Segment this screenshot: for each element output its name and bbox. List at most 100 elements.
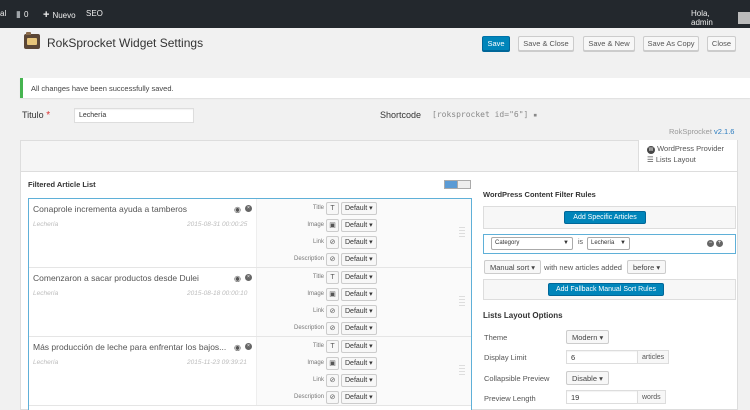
rule-field-select[interactable]: Category ▼ — [491, 237, 573, 250]
view-toggle-list[interactable] — [445, 181, 458, 188]
view-toggle[interactable] — [444, 180, 471, 189]
shortcode-label: Shortcode — [380, 110, 422, 120]
link-icon[interactable]: ⊘ — [326, 253, 339, 266]
field-select[interactable]: Default ▾ — [341, 219, 377, 232]
add-specific-articles-button[interactable]: Add Specific Articles — [564, 211, 646, 224]
image-icon[interactable]: ▣ — [326, 357, 339, 370]
shortcode-value: [roksprocket id="6"] ▪ — [432, 110, 537, 119]
field-label: Title — [312, 343, 324, 349]
remove-icon[interactable]: × — [245, 274, 252, 281]
display-limit-input[interactable]: 6 — [566, 350, 638, 364]
field-select[interactable]: Default ▾ — [341, 374, 377, 387]
text-icon[interactable]: T — [326, 202, 339, 215]
remove-icon[interactable]: × — [245, 343, 252, 350]
site-menu[interactable]: al — [0, 9, 6, 18]
theme-select[interactable]: Modern ▾ — [566, 330, 610, 344]
field-image: Image ▣ Default ▾ — [257, 356, 472, 371]
new-menu[interactable]: + Nuevo — [43, 9, 76, 21]
field-label: Image — [307, 360, 324, 366]
eye-icon[interactable]: ◉ — [234, 274, 241, 283]
article-list: Conaprole incrementa ayuda a tamberos ◉ … — [28, 198, 472, 410]
article-row[interactable]: Comenzaron a sacar productos desde Dulei… — [29, 268, 471, 337]
field-select[interactable]: Default ▾ — [341, 357, 377, 370]
preview-length-input[interactable]: 19 — [566, 390, 638, 404]
save-copy-button[interactable]: Save As Copy — [643, 36, 699, 51]
article-category: Lechería — [33, 221, 59, 228]
field-title: Title T Default ▾ — [257, 339, 472, 354]
link-icon[interactable]: ⊘ — [326, 305, 339, 318]
link-icon[interactable]: ⊘ — [326, 236, 339, 249]
comments-menu[interactable]: ▮ 0 — [16, 9, 28, 20]
field-image: Image ▣ Default ▾ — [257, 287, 472, 302]
remove-rule-icon[interactable]: − — [707, 240, 714, 247]
article-title: Conaprole incrementa ayuda a tamberos — [33, 204, 188, 214]
add-fallback-button[interactable]: Add Fallback Manual Sort Rules — [548, 283, 664, 296]
select-value: Default — [345, 222, 368, 229]
field-select[interactable]: Default ▾ — [341, 322, 377, 335]
admin-bar: al ▮ 0 + Nuevo SEO Hola, admin — [0, 0, 750, 28]
collapsible-preview-select[interactable]: Disable ▾ — [566, 371, 609, 385]
article-row[interactable]: Conaprole incrementa ayuda a tamberos ◉ … — [29, 199, 471, 268]
field-label: Link — [312, 239, 324, 245]
field-title: Title T Default ▾ — [257, 270, 472, 285]
display-limit-suffix: articles — [637, 350, 670, 364]
success-notice: All changes have been successfully saved… — [20, 78, 750, 98]
field-select[interactable]: Default ▾ — [341, 271, 377, 284]
select-value: Default — [345, 239, 368, 246]
select-value: Default — [345, 274, 368, 281]
field-select[interactable]: Default ▾ — [341, 340, 377, 353]
article-row[interactable]: Más producción de leche para enfrentar l… — [29, 337, 471, 406]
add-rule-icon[interactable]: + — [716, 240, 723, 247]
collapsible-preview-value: Disable — [572, 374, 598, 383]
sort-select[interactable]: Manual sort ▾ — [484, 260, 542, 274]
link-icon[interactable]: ⊘ — [326, 374, 339, 387]
save-button[interactable]: Save — [482, 36, 510, 51]
close-button[interactable]: Close — [707, 36, 736, 51]
field-select[interactable]: Default ▾ — [341, 288, 377, 301]
title-input[interactable]: Lechería — [74, 108, 194, 123]
save-new-button[interactable]: Save & New — [583, 36, 635, 51]
rule-operator: is — [578, 239, 584, 246]
link-icon[interactable]: ⊘ — [326, 322, 339, 335]
drag-handle[interactable] — [459, 365, 465, 377]
select-value: Default — [345, 205, 368, 212]
field-select[interactable]: Default ▾ — [341, 236, 377, 249]
version-number: v2.1.6 — [714, 127, 735, 136]
article-fields: Title T Default ▾ Image ▣ Default ▾ Link ⊘ Def… — [256, 268, 471, 336]
field-select[interactable]: Default ▾ — [341, 305, 377, 318]
rule-value-select[interactable]: Lechería ▼ — [587, 237, 630, 250]
drag-handle[interactable] — [459, 227, 465, 239]
preview-length-label: Preview Length — [484, 394, 536, 403]
drag-handle[interactable] — [459, 296, 465, 308]
sort-position-select[interactable]: before ▾ — [627, 260, 667, 274]
title-label-text: Titulo — [22, 110, 44, 120]
panel-top-band — [20, 140, 738, 172]
select-value: Default — [345, 325, 368, 332]
link-icon[interactable]: ⊘ — [326, 391, 339, 404]
view-toggle-grid[interactable] — [457, 181, 470, 188]
account-menu[interactable]: Hola, admin — [691, 9, 750, 27]
eye-icon[interactable]: ◉ — [234, 205, 241, 214]
provider-box[interactable]: W WordPress Provider ☰ Lists Layout — [638, 140, 738, 172]
select-value: Default — [345, 377, 368, 384]
site-name[interactable]: al — [0, 9, 6, 18]
eye-icon[interactable]: ◉ — [234, 343, 241, 352]
field-select[interactable]: Default ▾ — [341, 202, 377, 215]
rule-value: Lechería — [591, 240, 615, 246]
new-label: Nuevo — [52, 10, 76, 20]
seo-menu[interactable]: SEO — [86, 9, 103, 18]
save-close-button[interactable]: Save & Close — [518, 36, 574, 51]
field-select[interactable]: Default ▾ — [341, 253, 377, 266]
caret-down-icon: ▼ — [620, 240, 626, 246]
select-value: Default — [345, 343, 368, 350]
text-icon[interactable]: T — [326, 340, 339, 353]
field-description: Description ⊘ Default ▾ — [257, 252, 472, 267]
remove-icon[interactable]: × — [245, 205, 252, 212]
field-select[interactable]: Default ▾ — [341, 391, 377, 404]
image-icon[interactable]: ▣ — [326, 219, 339, 232]
image-icon[interactable]: ▣ — [326, 288, 339, 301]
caret-down-icon: ▼ — [563, 240, 569, 246]
text-icon[interactable]: T — [326, 271, 339, 284]
article-date: 2015-11-23 09:39:21 — [187, 359, 247, 366]
select-value: Default — [345, 256, 368, 263]
